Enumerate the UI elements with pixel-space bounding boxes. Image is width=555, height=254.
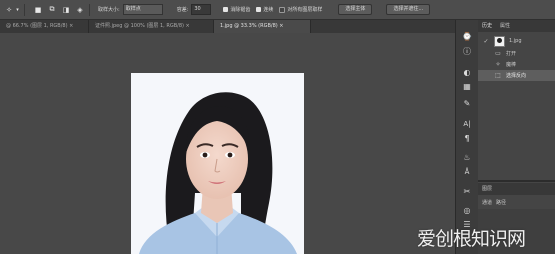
sample-size-select[interactable]: 取样点 — [122, 4, 163, 15]
contiguous-label: 连续 — [263, 7, 274, 13]
history-item-label: 选择反向 — [506, 73, 527, 79]
magic-wand-icon: ✧ — [495, 61, 501, 68]
divider — [24, 3, 25, 16]
history-item[interactable]: ⬚ 选择反向 — [478, 70, 555, 81]
antialias-checkbox[interactable] — [223, 7, 229, 12]
contiguous-checkbox[interactable] — [256, 7, 262, 12]
tab-label: @ 66.7% (图层 1, RGB/8) × — [6, 23, 74, 29]
color-icon[interactable]: ◐ — [461, 66, 473, 78]
tolerance-label: 容差: — [176, 7, 189, 13]
history-icon[interactable]: ⌚ — [461, 30, 473, 42]
options-bar: ✧ ▾ ■ ⧉ ◨ ◈ 取样大小: 取样点 容差: 30 消除锯齿 连续 对所有… — [0, 0, 555, 20]
snapshot-brush-icon: ✓ — [483, 37, 489, 45]
canvas-area[interactable] — [0, 33, 455, 254]
glyph-icon[interactable]: Å — [461, 166, 473, 178]
selection-icon: ⬚ — [495, 72, 501, 79]
select-and-mask-button[interactable]: 选择并遮住... — [386, 4, 431, 15]
chevron-down-icon[interactable]: ▾ — [15, 5, 20, 15]
right-panels: 历史 属性 ✓ 1.jpg ▭ 打开 ✧ 魔棒 ⬚ 选择反向 图层 通道 路径 — [478, 20, 555, 254]
swatches-icon[interactable]: ▦ — [461, 80, 473, 92]
portrait-photo[interactable] — [131, 73, 304, 254]
new-selection-icon[interactable]: ■ — [33, 5, 43, 15]
antialias-label: 消除锯齿 — [230, 7, 251, 13]
snapshot-thumbnail — [494, 35, 505, 47]
tolerance-input[interactable]: 30 — [191, 4, 212, 15]
layers-header-label[interactable]: 图层 — [482, 186, 492, 192]
open-file-icon: ▭ — [495, 50, 501, 57]
info-icon[interactable]: ⓘ — [461, 45, 473, 57]
history-panel-tabs: 历史 属性 — [478, 20, 555, 32]
portrait-image — [131, 73, 304, 254]
panel-divider — [478, 180, 555, 182]
history-item[interactable]: ▭ 打开 — [478, 48, 555, 59]
tab-document-1[interactable]: @ 66.7% (图层 1, RGB/8) × — [0, 20, 89, 33]
paragraph-icon[interactable]: ¶ — [461, 132, 473, 144]
select-subject-button[interactable]: 选择主体 — [338, 4, 373, 15]
character-icon[interactable]: A| — [461, 118, 473, 130]
tab-label: 证件照.jpeg @ 100% (图层 1, RGB/8) × — [95, 23, 190, 29]
tab-channels[interactable]: 通道 — [482, 199, 492, 206]
adjust-icon[interactable]: ◎ — [461, 204, 473, 216]
history-item-label: 打开 — [506, 51, 517, 57]
all-layers-checkbox[interactable] — [279, 6, 286, 13]
tab-document-3[interactable]: 1.jpg @ 33.3% (RGB/8) × — [214, 20, 311, 33]
history-item[interactable]: ✧ 魔棒 — [478, 59, 555, 70]
history-snapshot[interactable]: ✓ 1.jpg — [478, 34, 555, 48]
brush-icon[interactable]: ✎ — [461, 97, 473, 109]
clone-icon[interactable]: ♨ — [461, 151, 473, 163]
snapshot-label: 1.jpg — [509, 38, 522, 44]
tab-document-2[interactable]: 证件照.jpeg @ 100% (图层 1, RGB/8) × — [89, 20, 214, 33]
add-selection-icon[interactable]: ⧉ — [47, 5, 57, 15]
history-item-label: 魔棒 — [506, 62, 517, 68]
layers-panel-header: 图层 — [478, 183, 555, 195]
subtract-selection-icon[interactable]: ◨ — [61, 5, 71, 15]
sample-size-label: 取样大小: — [98, 7, 120, 13]
document-tab-bar: @ 66.7% (图层 1, RGB/8) × 证件照.jpeg @ 100% … — [0, 20, 455, 33]
tab-properties[interactable]: 属性 — [496, 20, 514, 32]
divider — [89, 3, 90, 16]
intersect-selection-icon[interactable]: ◈ — [75, 5, 85, 15]
tab-paths[interactable]: 路径 — [496, 199, 506, 206]
tools-icon[interactable]: ✂ — [461, 185, 473, 197]
layers-panel-tabs: 通道 路径 — [478, 196, 555, 208]
watermark-text: 爱创根知识网 — [417, 228, 526, 250]
tab-history[interactable]: 历史 — [478, 20, 496, 32]
panel-icon-strip: ⌚ ⓘ ◐ ▦ ✎ A| ¶ ♨ Å ✂ ◎ ☰ — [455, 20, 478, 254]
magic-wand-icon[interactable]: ✧ — [4, 5, 14, 15]
tab-label: 1.jpg @ 33.3% (RGB/8) × — [220, 23, 284, 29]
all-layers-label: 对所有图层取样 — [287, 7, 323, 13]
